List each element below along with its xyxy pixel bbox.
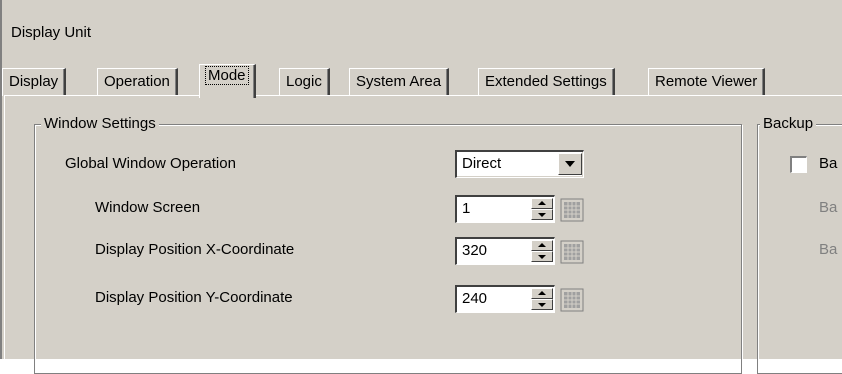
backup-checkbox[interactable]: [790, 156, 807, 173]
x-coordinate-value: 320: [462, 242, 488, 259]
y-coordinate-spinner[interactable]: 240: [455, 285, 555, 313]
tab-strip: Display Operation Mode Logic System Area…: [2, 64, 842, 98]
tab-display[interactable]: Display: [2, 68, 67, 96]
tab-label: Operation: [104, 73, 170, 90]
spin-down-button[interactable]: [531, 251, 553, 262]
tab-label: Extended Settings: [485, 73, 607, 90]
chevron-down-icon: [565, 161, 575, 167]
backup-option-label: Ba: [819, 241, 838, 258]
tab-label: Display: [9, 73, 59, 90]
window-settings-group-title: Window Settings: [41, 115, 159, 132]
tab-label: Remote Viewer: [655, 73, 758, 90]
spin-down-button[interactable]: [531, 299, 553, 310]
tab-remote-viewer[interactable]: Remote Viewer: [648, 68, 766, 96]
y-coordinate-value: 240: [462, 290, 488, 307]
dropdown-button[interactable]: [558, 153, 582, 175]
tab-mode[interactable]: Mode: [199, 64, 256, 98]
spin-up-button[interactable]: [531, 198, 553, 209]
backup-checkbox-label: Ba: [819, 155, 838, 172]
spin-up-button[interactable]: [531, 288, 553, 299]
spinner-arrows: [531, 288, 553, 310]
keypad-icon[interactable]: [560, 198, 584, 222]
spin-down-button[interactable]: [531, 209, 553, 220]
spinner-arrows: [531, 198, 553, 220]
spin-up-button[interactable]: [531, 240, 553, 251]
tab-label: Mode: [205, 66, 249, 85]
tab-logic[interactable]: Logic: [279, 68, 330, 96]
tab-extended-settings[interactable]: Extended Settings: [478, 68, 615, 96]
tab-system-area[interactable]: System Area: [349, 68, 450, 96]
x-coordinate-label: Display Position X-Coordinate: [95, 241, 295, 258]
global-window-operation-select[interactable]: Direct: [455, 150, 584, 178]
y-coordinate-label: Display Position Y-Coordinate: [95, 289, 293, 306]
window-screen-label: Window Screen: [95, 199, 201, 216]
global-window-operation-label: Global Window Operation: [65, 155, 236, 172]
keypad-icon[interactable]: [560, 288, 584, 312]
window-screen-spinner[interactable]: 1: [455, 195, 555, 223]
tab-label: Logic: [286, 73, 322, 90]
backup-option-label: Ba: [819, 199, 838, 216]
window-screen-value: 1: [462, 200, 471, 217]
tab-label: System Area: [356, 73, 442, 90]
x-coordinate-spinner[interactable]: 320: [455, 237, 555, 265]
display-unit-window: Display Unit Display Operation Mode Logi…: [0, 0, 842, 374]
backup-group-title: Backup: [760, 115, 817, 132]
keypad-icon[interactable]: [560, 240, 584, 264]
spinner-arrows: [531, 240, 553, 262]
tab-operation[interactable]: Operation: [97, 68, 178, 96]
global-window-operation-value: Direct: [462, 155, 502, 172]
window-title: Display Unit: [11, 24, 92, 41]
